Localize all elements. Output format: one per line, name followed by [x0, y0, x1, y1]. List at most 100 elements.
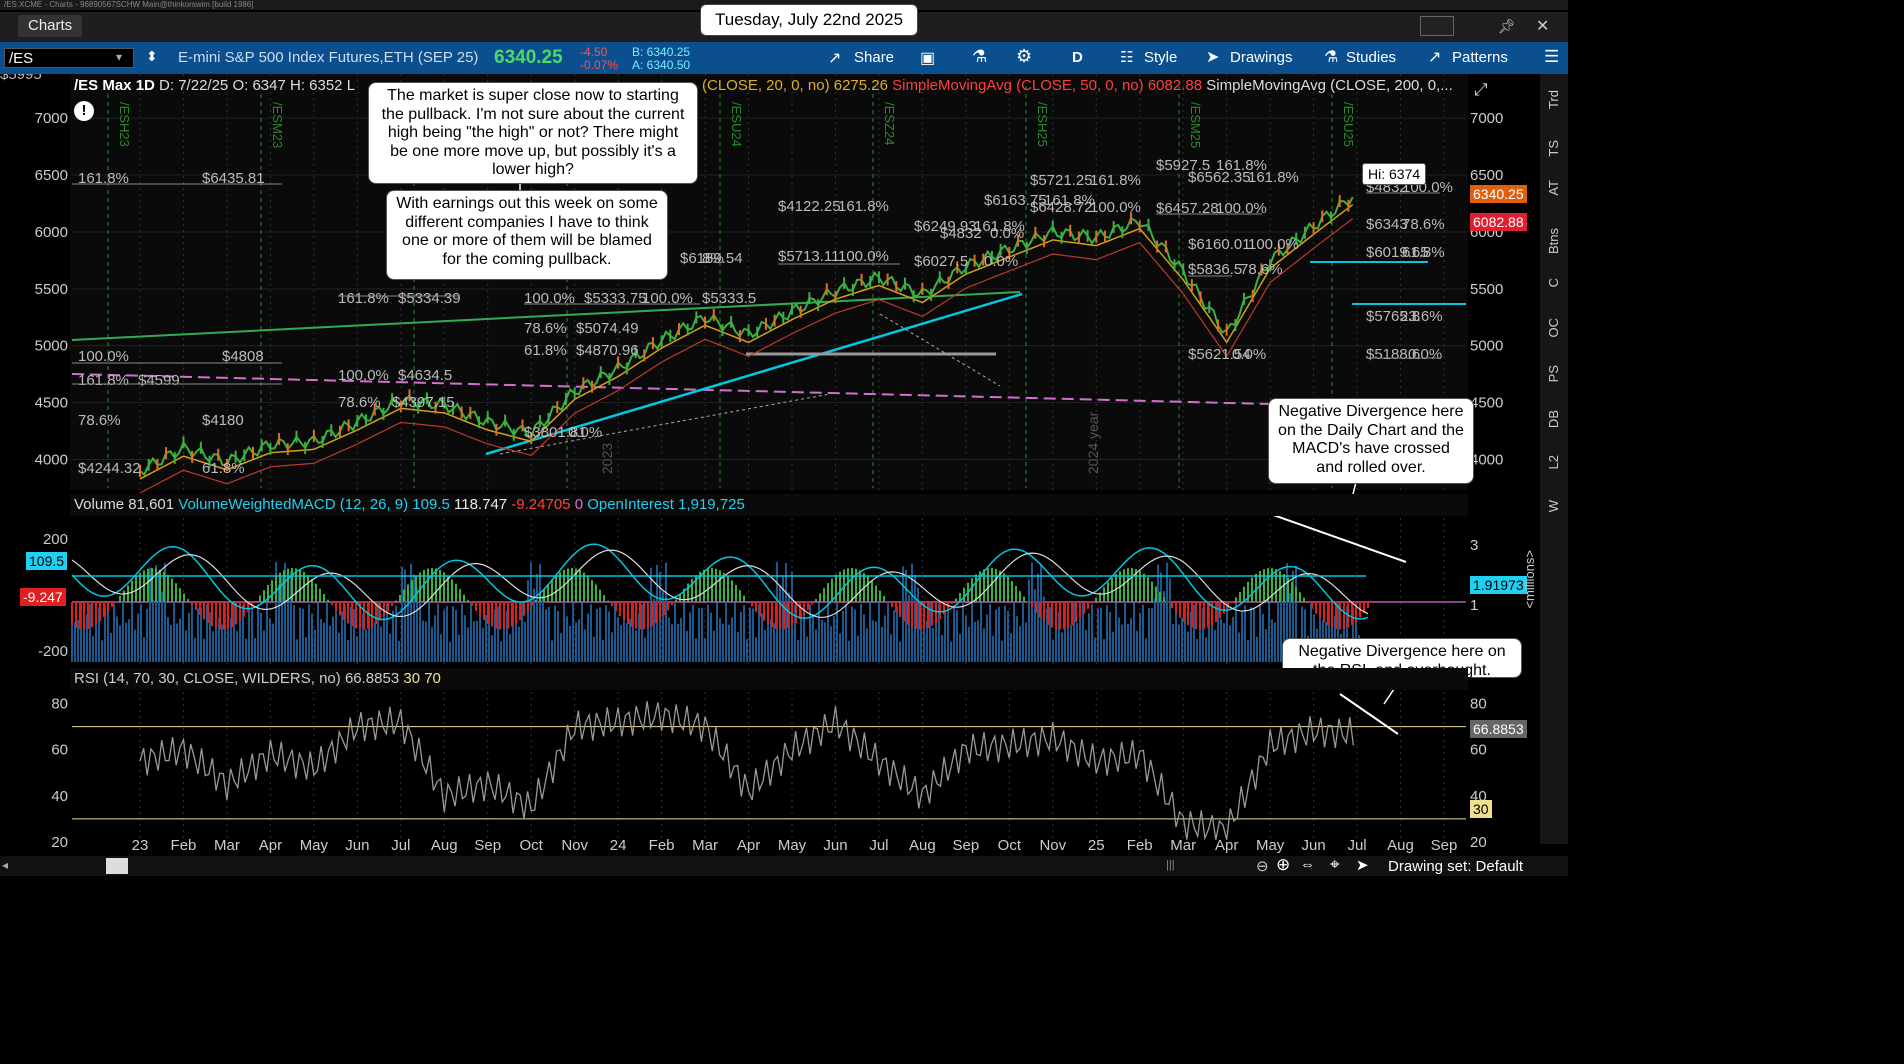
- note-daily-divergence[interactable]: Negative Divergence here on the Daily Ch…: [1268, 398, 1474, 484]
- x-tick-label: Jun: [823, 837, 847, 854]
- sidebar-tab-oc[interactable]: OC: [1546, 318, 1566, 338]
- studies-icon[interactable]: ⚗: [1324, 47, 1338, 67]
- x-tick-label: Apr: [259, 837, 282, 854]
- x-tick-label: Jun: [345, 837, 369, 854]
- fib-label: 78.6%: [1402, 216, 1445, 233]
- date-banner: Tuesday, July 22nd 2025: [700, 4, 919, 36]
- pan-icon[interactable]: ⇔: [1300, 856, 1315, 873]
- crosshair-icon[interactable]: ⌖: [1330, 855, 1340, 875]
- y-tick-label-right: 4500: [1470, 395, 1503, 412]
- fib-label: $4599: [138, 372, 180, 389]
- header-high: H: 6352: [289, 77, 343, 94]
- y-tick-label: 5500: [35, 281, 68, 298]
- y-tick-label: 5000: [35, 338, 68, 355]
- fib-label: 161.8%: [1090, 172, 1141, 189]
- fib-label: 0.0%: [568, 424, 602, 441]
- dotted-channel: [879, 313, 1001, 387]
- x-tick-label: Sep: [1431, 837, 1458, 854]
- rsi-tag: 66.8853: [1470, 720, 1527, 738]
- volume-header: Volume 81,601 VolumeWeightedMACD (12, 26…: [70, 494, 1468, 516]
- pin-icon[interactable]: 📌︎: [1498, 18, 1516, 35]
- sidebar-tab-db[interactable]: DB: [1546, 410, 1566, 428]
- period-selector[interactable]: D: [1072, 42, 1083, 74]
- sma50-label: SimpleMovingAvg (CLOSE, 50, 0, no): [892, 77, 1144, 94]
- sidebar-tab-w[interactable]: W: [1546, 500, 1566, 512]
- patterns-button[interactable]: Patterns: [1452, 42, 1508, 74]
- close-icon[interactable]: ✕: [1536, 16, 1549, 36]
- zoom-out-icon[interactable]: ⊖: [1256, 857, 1269, 875]
- window-controls[interactable]: [1420, 16, 1454, 36]
- style-icon[interactable]: ☷: [1120, 48, 1133, 66]
- patterns-icon[interactable]: ↗: [1428, 47, 1441, 67]
- sidebar-tab-l2[interactable]: L2: [1546, 455, 1566, 469]
- tab-charts[interactable]: Charts: [18, 15, 83, 37]
- fib-label: 161.8%: [338, 290, 389, 307]
- link-icon[interactable]: ⬍: [146, 48, 158, 65]
- x-tick-label: May: [1256, 837, 1285, 854]
- fib-label: 61.8%: [524, 342, 567, 359]
- scroll-grip-icon[interactable]: |||: [1166, 859, 1175, 871]
- alert-icon[interactable]: !: [74, 101, 94, 121]
- rsi-tick-label: 20: [51, 834, 68, 851]
- sidebar-tab-trd[interactable]: Trd: [1546, 90, 1566, 109]
- studies-button[interactable]: Studies: [1346, 42, 1396, 74]
- x-tick-label: Feb: [171, 837, 197, 854]
- gear-icon[interactable]: ⚙: [1016, 46, 1032, 67]
- cursor-icon[interactable]: ➤: [1206, 47, 1219, 67]
- scroll-left-icon[interactable]: ◂: [2, 858, 8, 872]
- macd-value: 109.5: [412, 496, 450, 513]
- rsi-overbought: 70: [424, 670, 441, 687]
- notes-icon[interactable]: ▣: [920, 48, 935, 68]
- sidebar-tab-ps[interactable]: PS: [1546, 365, 1566, 382]
- fib-label: $5713.11: [778, 248, 839, 265]
- zoom-in-icon[interactable]: ⊕: [1276, 855, 1290, 875]
- note-pullback[interactable]: The market is super close now to startin…: [368, 82, 698, 184]
- expand-icon[interactable]: ⤢: [1474, 80, 1488, 100]
- fib-label: $6163.75: [984, 192, 1047, 209]
- share-icon[interactable]: ↗: [828, 48, 841, 68]
- sidebar-tab-ts[interactable]: TS: [1546, 140, 1566, 157]
- sma20-value: 6275.26: [833, 77, 888, 94]
- y-tick-label-right: 4000: [1470, 452, 1503, 469]
- rsi-30-tag: 30: [1470, 800, 1492, 818]
- note-earnings[interactable]: With earnings out this week on some diff…: [386, 190, 668, 280]
- fib-label: 61.8%: [202, 460, 245, 477]
- chevron-down-icon[interactable]: ▾: [116, 50, 122, 64]
- contract-label: /ESZ24: [882, 102, 897, 145]
- scroll-handle[interactable]: [106, 858, 128, 874]
- macd-diff: -9.24705: [511, 496, 571, 513]
- pointer-icon[interactable]: ➤: [1356, 856, 1369, 874]
- sidebar-tab-btns[interactable]: Btns: [1546, 228, 1566, 254]
- fib-label: $5721.25: [1030, 172, 1093, 189]
- fib-label: 23.6%: [1400, 308, 1443, 325]
- y-tick-label-right: 6500: [1470, 167, 1503, 184]
- year-watermark: 2023: [599, 443, 615, 474]
- x-tick-label: Oct: [998, 837, 1022, 854]
- sma200-label: SimpleMovingAvg (CLOSE, 200, 0,...: [1206, 77, 1453, 94]
- volume-label: Volume: [74, 496, 125, 513]
- header-low: L: [346, 77, 356, 94]
- millions-label: <millions>: [1522, 550, 1537, 609]
- symbol-input[interactable]: /ES: [4, 48, 134, 68]
- x-tick-label: Nov: [561, 837, 588, 854]
- fib-label: $4634.5: [398, 367, 452, 384]
- style-button[interactable]: Style: [1144, 42, 1177, 74]
- sidebar-tab-c[interactable]: C: [1546, 278, 1566, 287]
- rsi-tick-label-right: 60: [1470, 742, 1487, 759]
- fib-label: $5074.49: [576, 320, 639, 337]
- rsi-header: RSI (14, 70, 30, CLOSE, WILDERS, no) 66.…: [70, 668, 1468, 690]
- menu-icon[interactable]: ☰: [1544, 47, 1559, 67]
- y-tick-label-right: 5000: [1470, 338, 1503, 355]
- contract-label: /ESH23: [117, 102, 132, 147]
- net-change: -4.50: [580, 45, 608, 59]
- share-button[interactable]: Share: [854, 42, 894, 74]
- fib-label: $5836.5: [1188, 261, 1242, 278]
- flask-icon[interactable]: ⚗: [972, 47, 987, 67]
- x-tick-label: Jul: [869, 837, 888, 854]
- study-header: (CLOSE, 20, 0, no) 6275.26 SimpleMovingA…: [702, 77, 1453, 94]
- y-tick-label: 7000: [35, 110, 68, 127]
- drawings-button[interactable]: Drawings: [1230, 42, 1293, 74]
- fib-label: 78.6%: [78, 412, 121, 429]
- sidebar-tab-at[interactable]: AT: [1546, 180, 1566, 196]
- drawing-set-label[interactable]: Drawing set: Default: [1388, 858, 1523, 875]
